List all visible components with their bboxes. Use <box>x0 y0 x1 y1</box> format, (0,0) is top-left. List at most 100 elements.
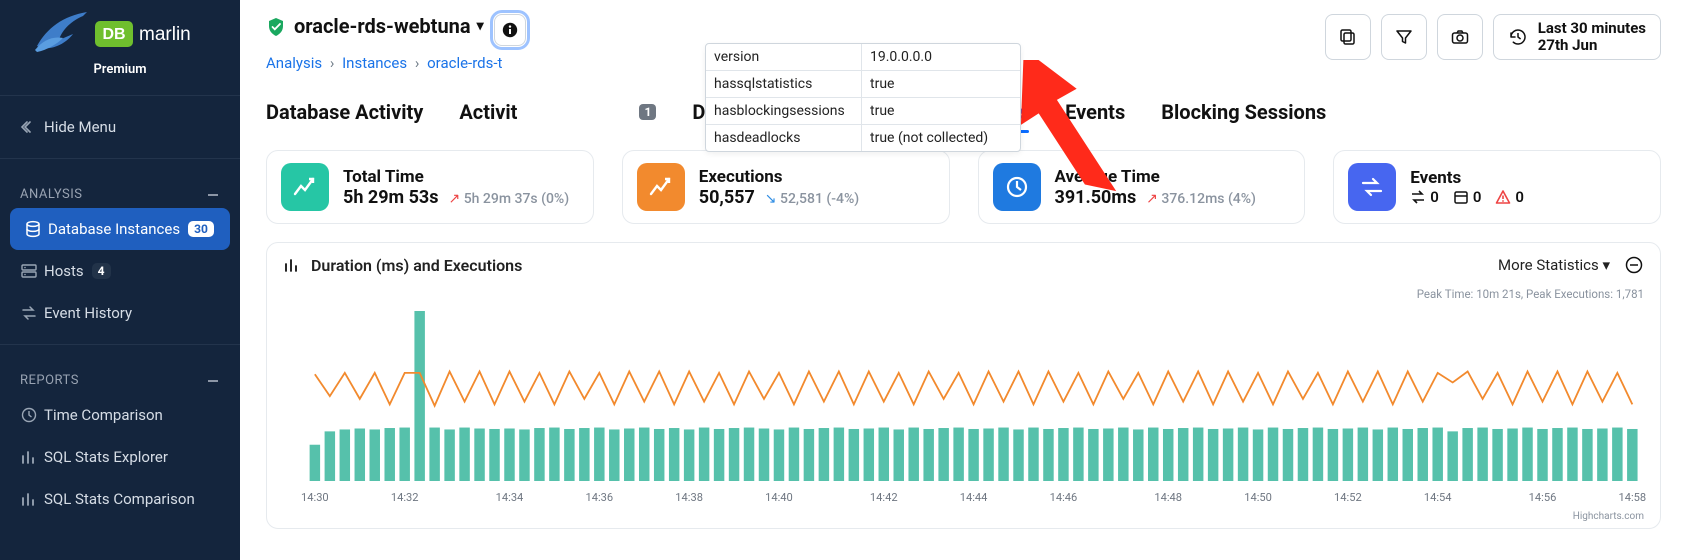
minus-circle-icon <box>1624 255 1644 275</box>
bar-chart-icon <box>283 256 301 274</box>
info-val: true <box>861 71 1020 97</box>
sidebar-item-sql-stats-explorer[interactable]: SQL Stats Explorer <box>0 436 240 478</box>
info-icon <box>501 21 519 39</box>
hide-menu[interactable]: Hide Menu <box>0 106 240 148</box>
sidebar-item-sql-stats-comparison[interactable]: SQL Stats Comparison <box>0 478 240 520</box>
chart-panel: Duration (ms) and Executions More Statis… <box>266 242 1661 529</box>
sidebar-item-label: SQL Stats Explorer <box>44 448 168 466</box>
info-val: 19.0.0.0.0 <box>861 44 1020 70</box>
swap-icon <box>1410 189 1426 205</box>
sidebar-item-label: Database Instances <box>48 220 180 238</box>
sidebar-item-database-instances[interactable]: Database Instances 30 <box>10 208 230 250</box>
copy-button[interactable] <box>1325 14 1371 60</box>
bar-chart-icon <box>20 448 44 466</box>
info-key: hasblockingsessions <box>706 98 861 124</box>
swap-icon <box>20 304 44 322</box>
more-statistics-button[interactable]: More Statistics ▾ <box>1498 256 1610 274</box>
card-title: Executions <box>699 167 859 187</box>
collapse-button[interactable] <box>1624 255 1644 275</box>
svg-text:14:42: 14:42 <box>870 491 898 504</box>
card-value: 50,557 <box>699 187 755 208</box>
sidebar-item-label: Time Comparison <box>44 406 163 424</box>
tab-blocking-sessions[interactable]: Blocking Sessions <box>1161 100 1326 132</box>
card-executions: Executions 50,557 ↘ 52,581 (-4%) <box>622 150 950 224</box>
tab-activity-truncated[interactable]: Activit <box>459 100 517 132</box>
logo-text: DBmarlin <box>95 17 207 51</box>
chart-meta: Peak Time: 10m 21s, Peak Executions: 1,7… <box>267 287 1660 301</box>
svg-text:14:44: 14:44 <box>960 491 988 504</box>
chart[interactable]: 14:3014:3214:3414:3614:3814:4014:4214:44… <box>267 301 1660 511</box>
card-average-time: Average Time 391.50ms ↗ 376.12ms (4%) <box>978 150 1306 224</box>
snapshot-button[interactable] <box>1437 14 1483 60</box>
chevron-right-icon: › <box>415 54 420 72</box>
svg-text:14:36: 14:36 <box>585 491 613 504</box>
chart-credit: Highcharts.com <box>267 511 1660 528</box>
chevron-down-icon: ▾ <box>477 18 484 34</box>
tab-hidden[interactable]: 1 <box>639 100 656 132</box>
instance-selector[interactable]: oracle-rds-webtuna ▾ <box>294 14 484 38</box>
breadcrumb-current[interactable]: oracle-rds-t <box>427 54 502 72</box>
events-swap: 0 <box>1410 188 1439 206</box>
filter-button[interactable] <box>1381 14 1427 60</box>
warning-icon <box>1495 189 1511 205</box>
sidebar-badge: 4 <box>92 263 111 279</box>
card-prev: 52,581 (-4%) <box>780 191 859 207</box>
info-val: true <box>861 98 1020 124</box>
svg-text:14:40: 14:40 <box>765 491 793 504</box>
reports-section[interactable]: REPORTS <box>0 355 240 394</box>
history-icon <box>1508 27 1528 47</box>
sidebar: DBmarlin Premium Hide Menu ANALYSIS Data… <box>0 0 240 560</box>
arrow-up-icon: ↗ <box>1146 191 1158 207</box>
server-icon <box>20 262 44 280</box>
bar-chart-icon <box>20 490 44 508</box>
sidebar-item-time-comparison[interactable]: Time Comparison <box>0 394 240 436</box>
info-button[interactable] <box>494 14 526 46</box>
minus-icon <box>206 188 220 202</box>
chart-up-icon <box>637 163 685 211</box>
events-calendar: 0 <box>1453 188 1482 206</box>
svg-text:14:32: 14:32 <box>391 491 419 504</box>
marlin-icon <box>33 10 91 58</box>
breadcrumb-instances[interactable]: Instances <box>342 54 407 72</box>
svg-text:14:48: 14:48 <box>1154 491 1182 504</box>
breadcrumb-analysis[interactable]: Analysis <box>266 54 322 72</box>
info-val: true (not collected) <box>861 125 1020 151</box>
svg-text:14:30: 14:30 <box>301 491 329 504</box>
time-range-button[interactable]: Last 30 minutes 27th Jun <box>1493 14 1661 60</box>
card-prev: 376.12ms (4%) <box>1161 191 1256 207</box>
card-prev: 5h 29m 37s (0%) <box>464 191 569 207</box>
chevron-right-icon: › <box>330 54 335 72</box>
info-key: version <box>706 44 861 70</box>
logo: DBmarlin Premium <box>0 0 240 85</box>
card-title: Events <box>1410 168 1524 188</box>
card-title: Total Time <box>343 167 569 187</box>
sidebar-item-label: SQL Stats Comparison <box>44 490 195 508</box>
svg-text:marlin: marlin <box>139 24 191 45</box>
sidebar-item-label: Event History <box>44 304 132 322</box>
tab-events[interactable]: Events <box>1065 100 1125 132</box>
tab-database-activity[interactable]: Database Activity <box>266 100 423 132</box>
svg-text:14:50: 14:50 <box>1244 491 1272 504</box>
svg-text:14:52: 14:52 <box>1334 491 1362 504</box>
clock-icon <box>20 406 44 424</box>
info-key: hasdeadlocks <box>706 125 861 151</box>
info-key: hassqlstatistics <box>706 71 861 97</box>
sidebar-item-hosts[interactable]: Hosts 4 <box>0 250 240 292</box>
camera-icon <box>1450 27 1470 47</box>
sidebar-item-event-history[interactable]: Event History <box>0 292 240 334</box>
shield-check-icon <box>266 17 286 37</box>
sidebar-item-label: Hosts <box>44 262 84 280</box>
svg-text:14:46: 14:46 <box>1050 491 1078 504</box>
tab-badge: 1 <box>639 104 656 120</box>
hide-menu-label: Hide Menu <box>44 118 116 136</box>
arrow-up-icon: ↗ <box>448 191 460 207</box>
svg-text:14:38: 14:38 <box>675 491 703 504</box>
analysis-section[interactable]: ANALYSIS <box>0 169 240 208</box>
card-value: 391.50ms <box>1055 187 1137 208</box>
premium-label: Premium <box>0 62 240 77</box>
time-range-line2: 27th Jun <box>1538 37 1646 54</box>
copy-icon <box>1338 27 1358 47</box>
svg-text:14:56: 14:56 <box>1529 491 1557 504</box>
caret-down-icon: ▾ <box>1602 256 1610 274</box>
chart-title: Duration (ms) and Executions <box>283 256 522 275</box>
